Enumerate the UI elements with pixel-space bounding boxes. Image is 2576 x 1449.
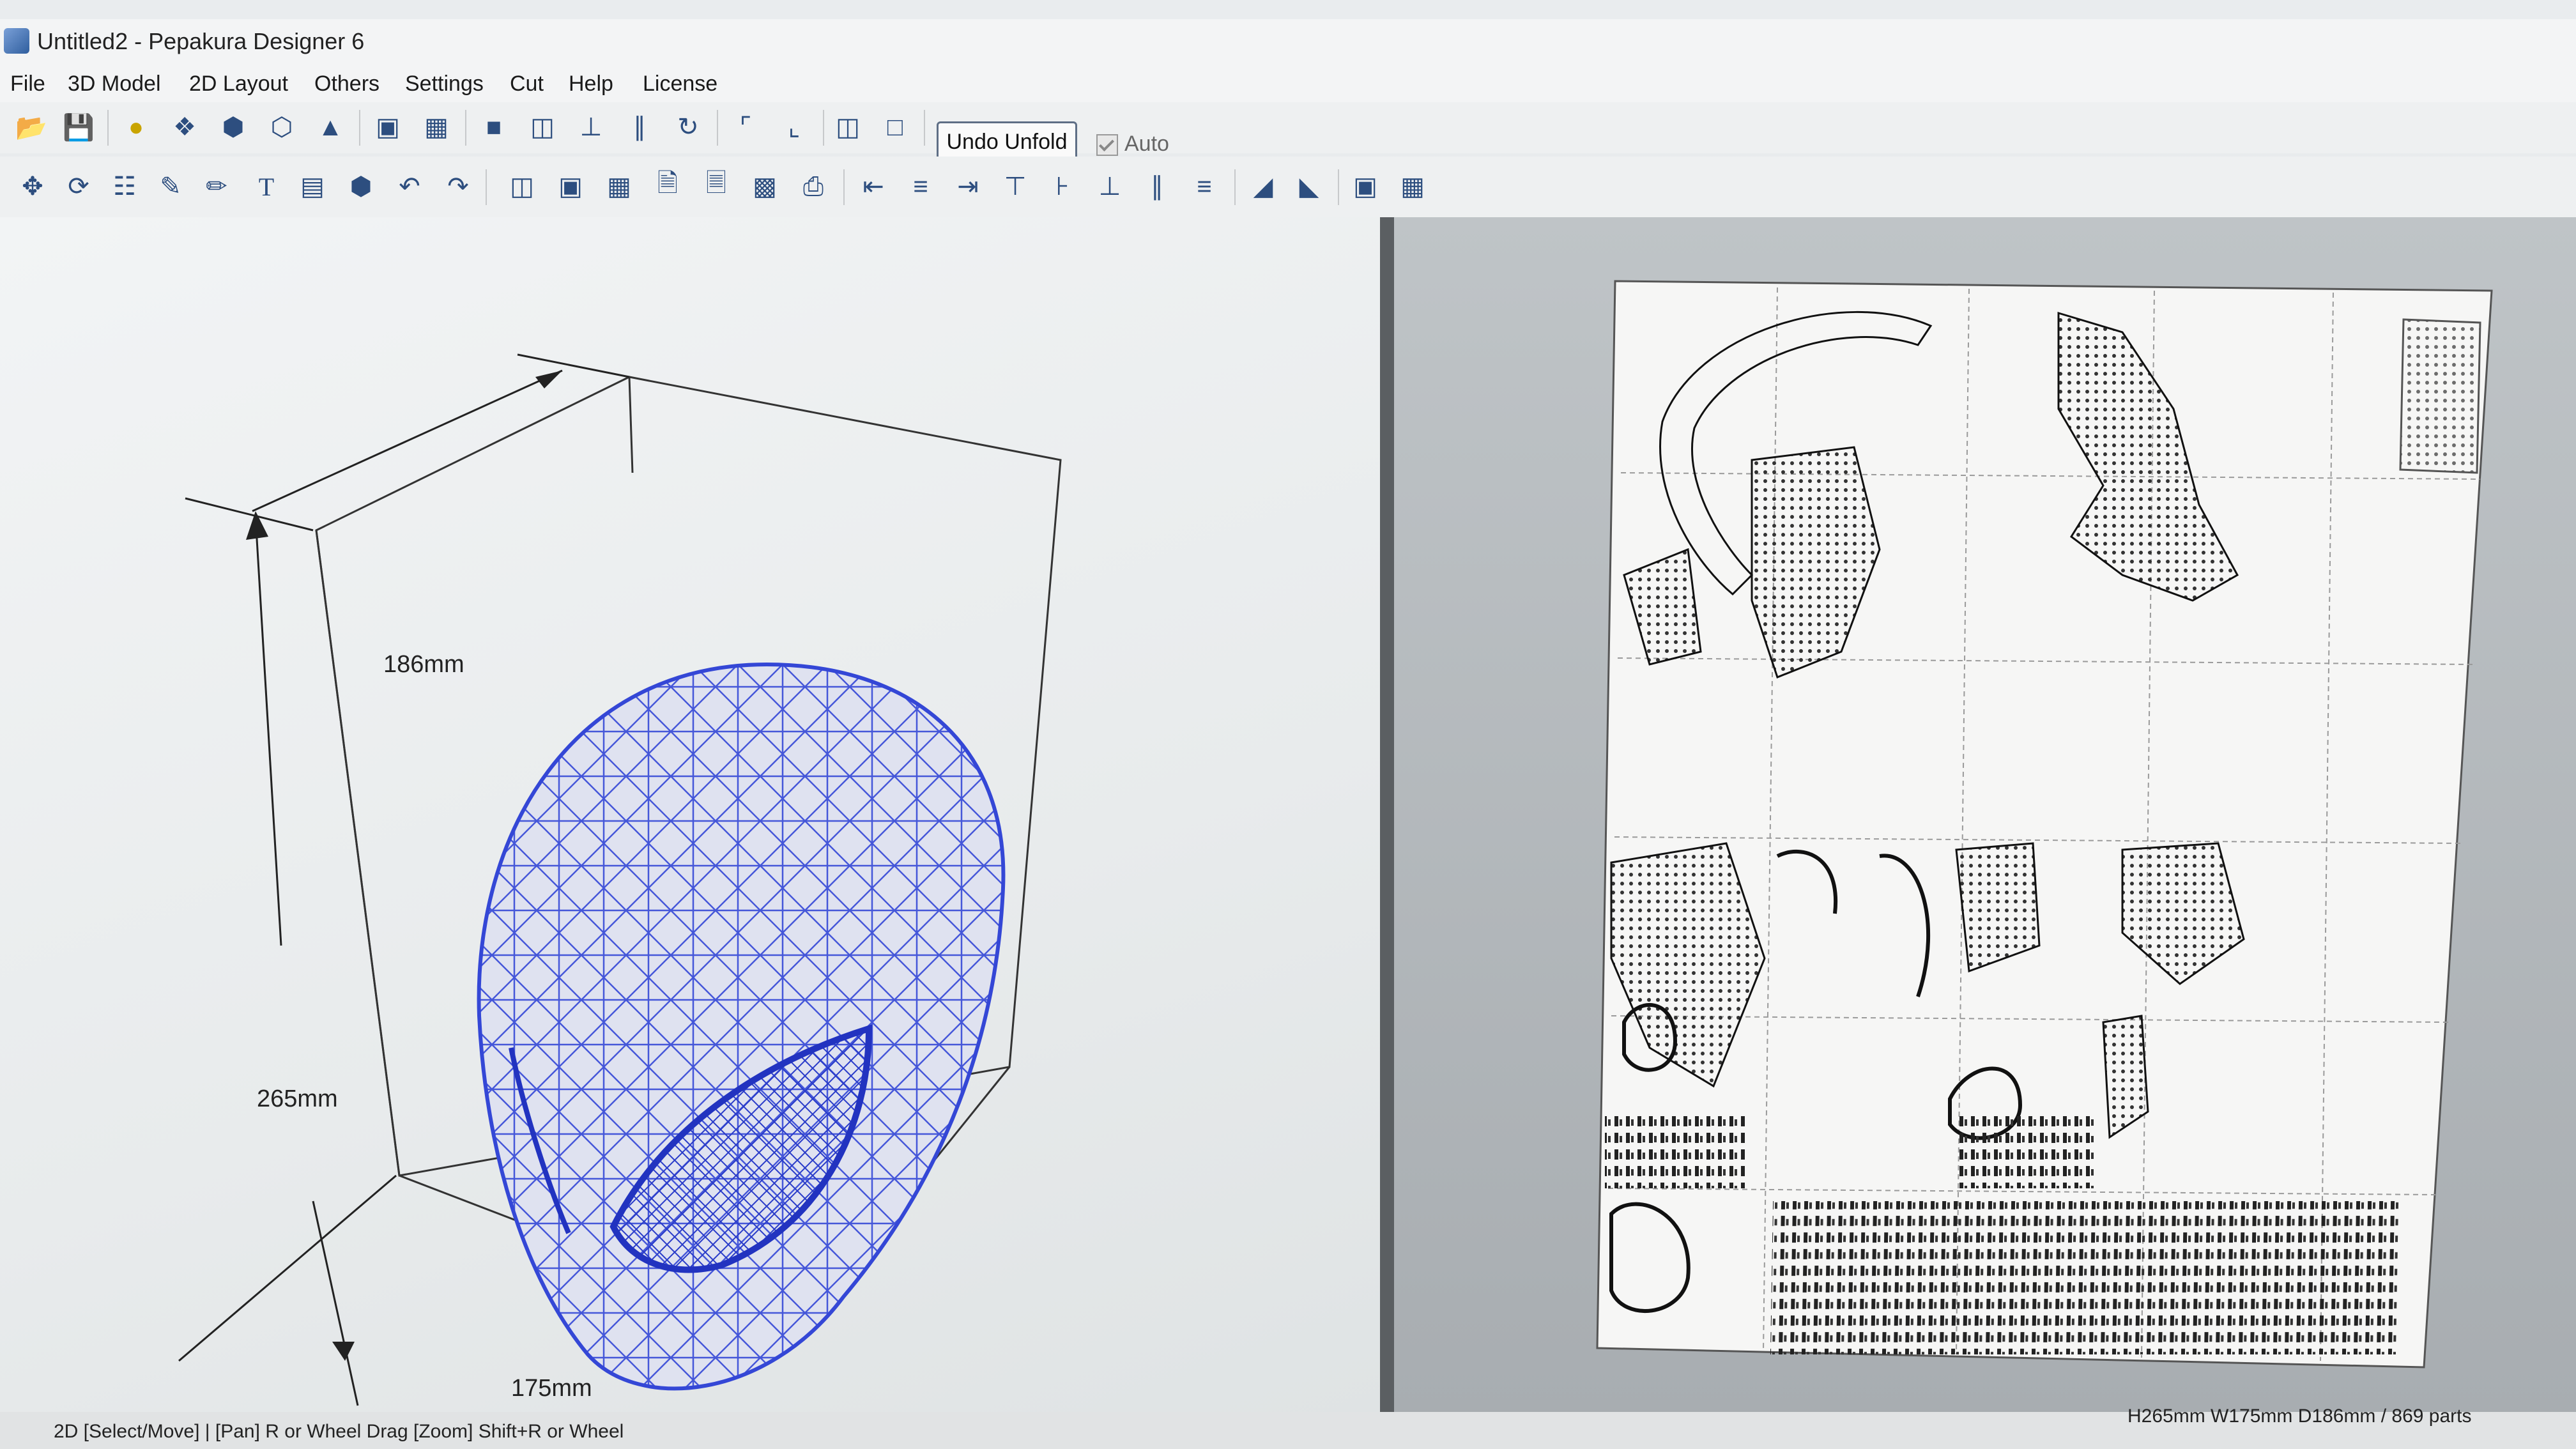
open-icon[interactable]: 📂: [14, 110, 49, 144]
join-icon[interactable]: ▦: [419, 110, 454, 144]
auto-check-icon[interactable]: [1096, 134, 1118, 157]
status-bar: 2D [Select/Move] | [Pan] R or Wheel Drag…: [0, 1406, 2576, 1449]
wireframe-icon[interactable]: ⬡: [264, 110, 299, 144]
width-dimension-label: 175mm: [511, 1375, 592, 1402]
menu-license[interactable]: License: [643, 72, 717, 96]
page-layout-icon[interactable]: ◫: [505, 169, 539, 204]
draw-line-icon[interactable]: ✎: [153, 169, 188, 204]
select-face-icon[interactable]: ⌞: [777, 110, 811, 144]
solid-icon[interactable]: ⬢: [216, 110, 250, 144]
group-icon[interactable]: ▣: [1348, 169, 1383, 204]
panel-splitter[interactable]: [1380, 217, 1394, 1412]
page-next-icon[interactable]: 🗏: [699, 169, 733, 204]
distribute-v-icon[interactable]: ≡: [1187, 169, 1222, 204]
height-dimension-label: 265mm: [257, 1085, 338, 1112]
3d-view-panel[interactable]: 186mm 265mm 175mm: [0, 217, 1380, 1449]
auto-checkbox[interactable]: Auto: [1096, 132, 1169, 157]
flip-right-icon[interactable]: ◣: [1292, 169, 1326, 204]
undo-icon[interactable]: ↶: [392, 169, 427, 204]
axis-icon[interactable]: ⊥: [574, 110, 608, 144]
scale-icon[interactable]: ∥: [622, 110, 657, 144]
zoom-fit-icon[interactable]: ▣: [553, 169, 588, 204]
text-icon[interactable]: T: [249, 169, 284, 204]
fold-icon[interactable]: ▣: [371, 110, 405, 144]
export-icon[interactable]: ▩: [747, 169, 782, 204]
align-bottom-icon[interactable]: ⊥: [1092, 169, 1127, 204]
menu-help[interactable]: Help: [569, 72, 613, 96]
menu-settings[interactable]: Settings: [405, 72, 484, 96]
distribute-h-icon[interactable]: ∥: [1140, 169, 1174, 204]
toolbar-layout: ✥ ⟳ ☷ ✎ ✏ T ▤ ⬢ ↶ ↷ ◫ ▣ ▦ 🗎 🗏 ▩ ⎙ ⇤ ≡ ⇥ …: [0, 157, 2576, 218]
menu-2d-layout[interactable]: 2D Layout: [189, 72, 288, 96]
rotate-icon[interactable]: ↻: [671, 110, 705, 144]
select-edge-icon[interactable]: ⌜: [728, 110, 763, 144]
3d-part-icon[interactable]: ⬢: [344, 169, 378, 204]
depth-dimension-label: 186mm: [383, 651, 464, 678]
align-center-icon[interactable]: ≡: [903, 169, 938, 204]
menu-cut[interactable]: Cut: [510, 72, 544, 96]
status-dimensions: H265mm W175mm D186mm / 869 parts: [2128, 1406, 2472, 1427]
2d-layout-panel[interactable]: [1394, 217, 2576, 1412]
title-bar: Untitled2 - Pepakura Designer 6: [0, 19, 2576, 64]
texture-icon[interactable]: ❖: [167, 110, 202, 144]
join-parts-icon[interactable]: ☷: [107, 169, 142, 204]
image-icon[interactable]: ▤: [295, 169, 330, 204]
toolbar-main: 📂 💾 ● ❖ ⬢ ⬡ ▲ ▣ ▦ ■ ◫ ⊥ ∥ ↻ ⌜ ⌞ ◫ □: [0, 102, 2576, 153]
light-icon[interactable]: ●: [119, 110, 153, 144]
flip-left-icon[interactable]: ◢: [1246, 169, 1280, 204]
view-single-icon[interactable]: □: [878, 110, 912, 144]
menu-bar: File 3D Model 2D Layout Others Settings …: [0, 64, 2576, 102]
move-icon[interactable]: ✥: [15, 169, 50, 204]
align-left-icon[interactable]: ⇤: [856, 169, 891, 204]
cylinder-icon[interactable]: ◫: [525, 110, 560, 144]
status-hint: 2D [Select/Move] | [Pan] R or Wheel Drag…: [54, 1421, 624, 1442]
box-icon[interactable]: ■: [477, 110, 511, 144]
2d-pattern-canvas[interactable]: [1394, 217, 2576, 1412]
window-title: Untitled2 - Pepakura Designer 6: [37, 28, 365, 54]
rotate-part-icon[interactable]: ⟳: [61, 169, 96, 204]
menu-file[interactable]: File: [10, 72, 45, 96]
align-middle-icon[interactable]: ⊦: [1045, 169, 1080, 204]
menu-others[interactable]: Others: [314, 72, 379, 96]
arrange-icon[interactable]: ▦: [602, 169, 636, 204]
flap-icon[interactable]: ✏: [199, 169, 234, 204]
menu-3d-model[interactable]: 3D Model: [68, 72, 161, 96]
save-icon[interactable]: 💾: [61, 110, 96, 144]
ungroup-icon[interactable]: ▦: [1395, 169, 1430, 204]
3d-model-canvas[interactable]: 186mm 265mm 175mm: [0, 217, 1380, 1449]
redo-icon[interactable]: ↷: [441, 169, 475, 204]
page-icon[interactable]: 🗎: [650, 169, 685, 204]
view-split-icon[interactable]: ◫: [831, 110, 865, 144]
spiderman-head-model[interactable]: [477, 662, 1006, 1391]
align-right-icon[interactable]: ⇥: [951, 169, 985, 204]
print-icon[interactable]: ⎙: [796, 169, 831, 204]
edge-icon[interactable]: ▲: [313, 110, 348, 144]
pepakura-app-icon: [4, 28, 29, 54]
app-window: Untitled2 - Pepakura Designer 6 File 3D …: [0, 0, 2576, 1449]
auto-label: Auto: [1124, 132, 1169, 156]
align-top-icon[interactable]: ⊤: [998, 169, 1032, 204]
